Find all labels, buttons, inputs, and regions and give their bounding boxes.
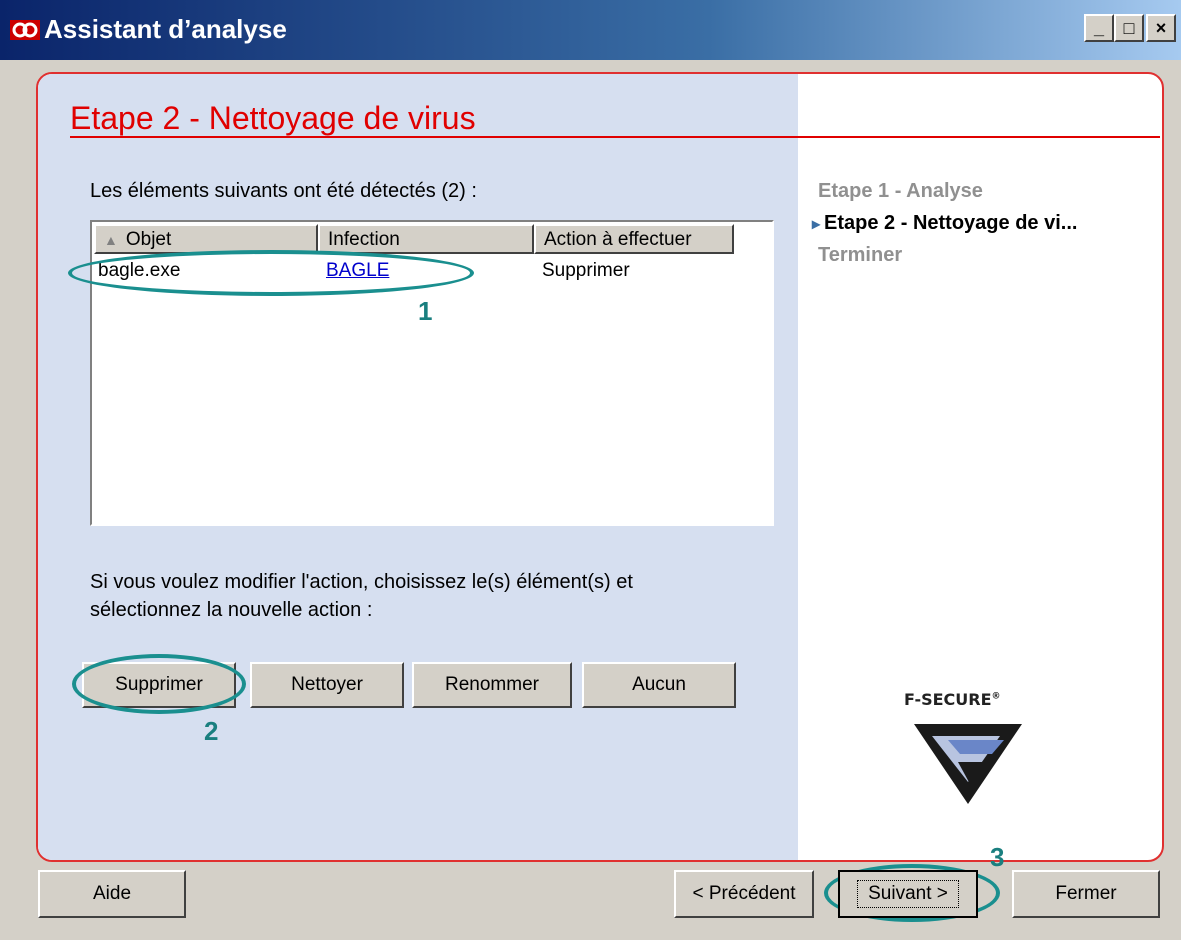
minimize-button[interactable]: _ — [1084, 14, 1114, 42]
annotation-number-2: 2 — [204, 716, 219, 746]
infections-list[interactable]: ▲ Objet Infection Action à effectuer bagl… — [90, 220, 774, 526]
f-secure-app-icon — [10, 20, 40, 40]
infection-link[interactable]: BAGLE — [326, 260, 389, 282]
scan-wizard-window: Assistant d’analyse _ □ × Etape 2 - Nett… — [0, 0, 1181, 940]
maximize-button[interactable]: □ — [1114, 14, 1144, 42]
previous-button[interactable]: < Précédent — [674, 870, 814, 918]
list-header: ▲ Objet Infection Action à effectuer — [94, 224, 770, 254]
window-title: Assistant d’analyse — [44, 14, 287, 44]
nav-step-1: Etape 1 - Analyse — [818, 180, 983, 203]
next-button-label: Suivant > — [857, 880, 959, 908]
renommer-button[interactable]: Renommer — [412, 662, 572, 708]
nav-step-3-label: Terminer — [818, 244, 903, 266]
table-row[interactable]: bagle.exe BAGLE Supprimer — [94, 258, 770, 286]
nav-step-2-label: Etape 2 - Nettoyage de vi... — [824, 212, 1078, 234]
sort-ascending-icon: ▲ — [104, 232, 118, 248]
column-header-infection[interactable]: Infection — [318, 224, 534, 254]
title-divider — [70, 136, 1160, 138]
instructions-line-1: Si vous voulez modifier l'action, choisi… — [90, 571, 633, 593]
trademark-symbol: ® — [991, 691, 1001, 702]
column-header-action[interactable]: Action à effectuer — [534, 224, 734, 254]
instructions-line-2: sélectionnez la nouvelle action : — [90, 599, 373, 621]
instructions-text: Si vous voulez modifier l'action, choisi… — [90, 568, 790, 624]
nav-step-1-label: Etape 1 - Analyse — [818, 180, 983, 202]
logo-text: F-SECURE — [904, 690, 992, 709]
aucun-button[interactable]: Aucun — [582, 662, 736, 708]
f-secure-logo-text: F-SECURE® — [904, 690, 1001, 709]
annotation-number-3: 3 — [990, 842, 1005, 872]
column-label-objet: Objet — [125, 229, 172, 250]
nav-step-3: Terminer — [818, 244, 902, 267]
supprimer-button[interactable]: Supprimer — [82, 662, 236, 708]
annotation-number-1: 1 — [418, 296, 433, 326]
next-button[interactable]: Suivant > — [838, 870, 978, 918]
help-button[interactable]: Aide — [38, 870, 186, 918]
f-secure-logo-icon — [914, 724, 1022, 804]
detected-items-label: Les éléments suivants ont été détectés (… — [90, 180, 477, 202]
cell-action: Supprimer — [542, 260, 630, 281]
cell-objet: bagle.exe — [98, 260, 181, 281]
title-bar[interactable]: Assistant d’analyse _ □ × — [0, 0, 1181, 60]
page-title: Etape 2 - Nettoyage de virus — [70, 100, 476, 136]
nettoyer-button[interactable]: Nettoyer — [250, 662, 404, 708]
current-step-arrow-icon: ▸ — [812, 216, 821, 233]
close-window-button[interactable]: × — [1146, 14, 1176, 42]
nav-step-2: ▸ Etape 2 - Nettoyage de vi... — [812, 212, 1077, 235]
close-button[interactable]: Fermer — [1012, 870, 1160, 918]
column-header-objet[interactable]: ▲ Objet — [94, 224, 318, 254]
